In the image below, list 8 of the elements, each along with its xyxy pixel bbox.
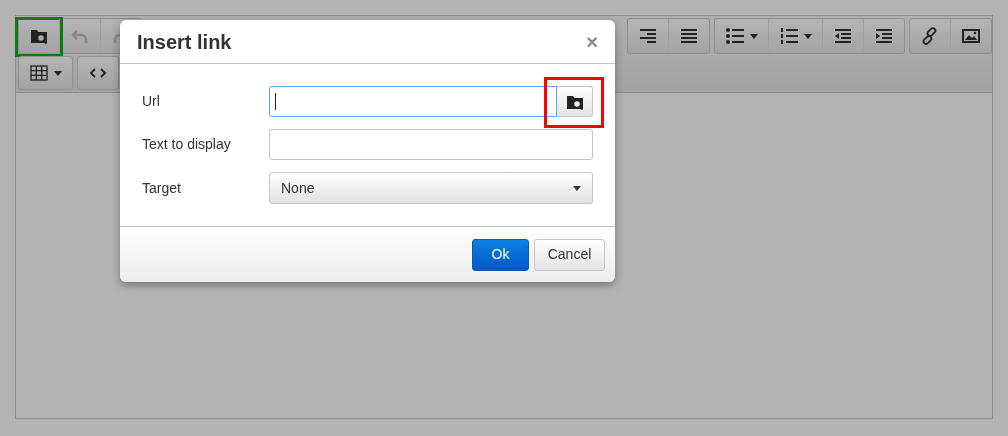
field-label: Target xyxy=(142,178,182,198)
field-label: Text to display xyxy=(142,135,232,154)
cancel-button[interactable]: Cancel xyxy=(534,238,605,271)
target-dropdown[interactable]: None xyxy=(269,172,593,204)
ok-button[interactable]: Ok xyxy=(472,238,529,271)
dialog-title: Insert link xyxy=(137,29,232,55)
field-label: Url xyxy=(142,92,161,111)
close-button[interactable]: × xyxy=(586,31,598,52)
